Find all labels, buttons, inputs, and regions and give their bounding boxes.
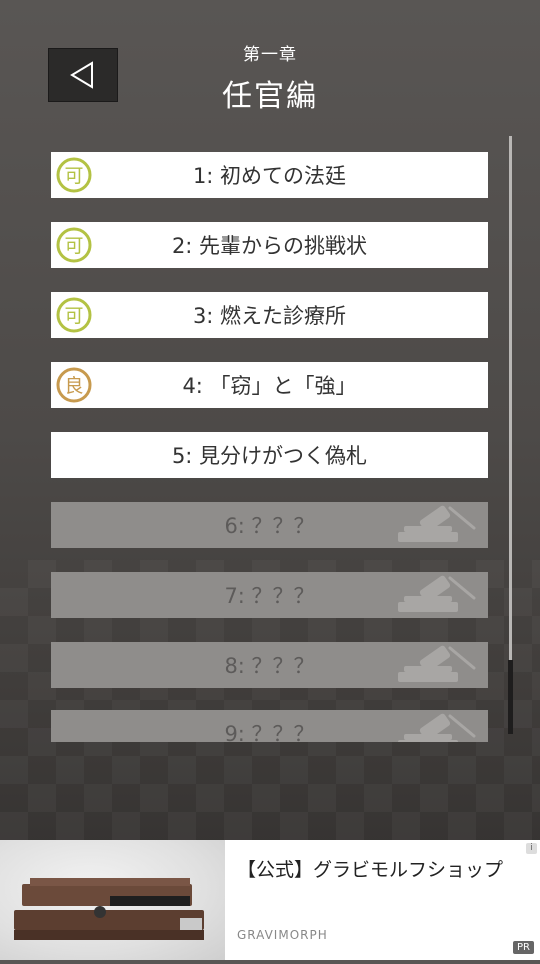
stage-item-6[interactable]: 6: ？？？ xyxy=(51,502,488,548)
stage-label: 4: 「窃」と「強」 xyxy=(182,374,357,398)
gavel-icon xyxy=(398,645,476,682)
scrollbar-thumb[interactable] xyxy=(508,660,513,734)
stage-item-5[interactable]: 5: 見分けがつく偽札 xyxy=(51,432,488,478)
ad-pr-badge: PR xyxy=(513,941,534,954)
stage-item-2[interactable]: 可 2: 先輩からの挑戦状 xyxy=(51,222,488,268)
svg-text:可: 可 xyxy=(64,235,83,257)
gavel-icon xyxy=(398,505,476,542)
stage-item-4[interactable]: 良 4: 「窃」と「強」 xyxy=(51,362,488,408)
ad-title[interactable]: 【公式】グラビモルフショップ xyxy=(237,856,507,884)
ad-product-image[interactable] xyxy=(0,840,225,960)
stage-label: 2: 先輩からの挑戦状 xyxy=(171,234,368,258)
grade-badge-icon: 可 xyxy=(56,297,92,333)
stage-item-9[interactable]: 9: ？？？ xyxy=(51,710,488,742)
chapter-label: 第一章 xyxy=(243,45,297,65)
stage-label: 6: ？？？ xyxy=(224,514,315,538)
grade-badge-icon: 可 xyxy=(56,227,92,263)
product-photo-icon xyxy=(14,878,204,940)
gavel-icon xyxy=(398,713,476,742)
gavel-icon xyxy=(398,575,476,612)
header: 第一章 任官編 xyxy=(0,40,540,115)
stage-label: 5: 見分けがつく偽札 xyxy=(171,444,368,468)
stage-label: 7: ？？？ xyxy=(224,584,315,608)
grade-badge-icon: 良 xyxy=(56,367,92,403)
stage-item-3[interactable]: 可 3: 燃えた診療所 xyxy=(51,292,488,338)
svg-text:可: 可 xyxy=(64,305,83,327)
svg-text:良: 良 xyxy=(64,375,83,397)
grade-badge-icon: 可 xyxy=(56,157,92,193)
scrollbar-track[interactable] xyxy=(509,136,512,734)
stage-item-8[interactable]: 8: ？？？ xyxy=(51,642,488,688)
ad-info-icon[interactable]: i xyxy=(526,843,537,854)
stage-label: 3: 燃えた診療所 xyxy=(192,304,347,328)
stage-label: 9: ？？？ xyxy=(224,722,315,742)
stage-label: 8: ？？？ xyxy=(224,654,315,678)
ad-brand: GRAVIMORPH xyxy=(237,928,328,942)
stage-label: 1: 初めての法廷 xyxy=(192,164,347,188)
ad-banner[interactable]: 【公式】グラビモルフショップ GRAVIMORPH i PR xyxy=(0,840,540,960)
stage-item-7[interactable]: 7: ？？？ xyxy=(51,572,488,618)
stage-item-1[interactable]: 可 1: 初めての法廷 xyxy=(51,152,488,198)
page-title: 任官編 xyxy=(222,79,318,114)
stage-list[interactable]: 可 1: 初めての法廷 可 2: 先輩からの挑戦状 可 3: 燃えた診療所 良 … xyxy=(51,152,488,742)
svg-text:可: 可 xyxy=(64,165,83,187)
